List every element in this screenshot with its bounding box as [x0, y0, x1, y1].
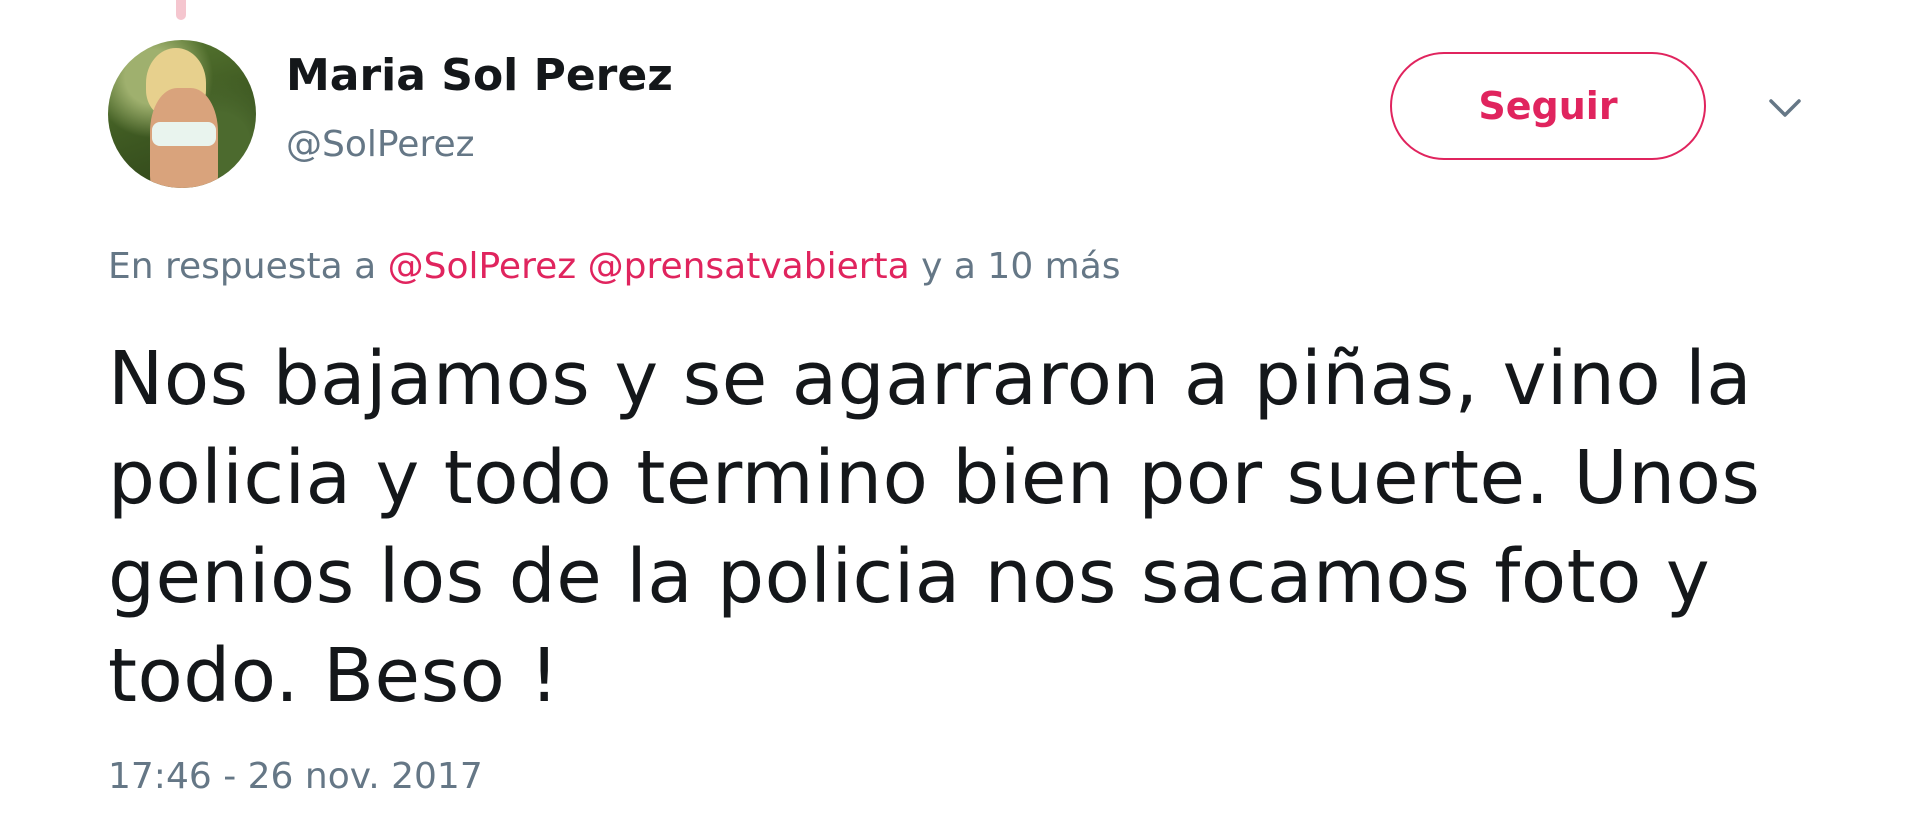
author-name[interactable]: Maria Sol Perez: [286, 50, 673, 101]
mention-link[interactable]: @prensatvabierta: [588, 246, 910, 287]
tweet-timestamp[interactable]: 17:46 - 26 nov. 2017: [108, 756, 483, 797]
reply-context: En respuesta a @SolPerez @prensatvabiert…: [108, 246, 1121, 287]
chevron-down-icon[interactable]: [1768, 96, 1802, 120]
thread-line: [176, 0, 186, 20]
avatar-top: [152, 122, 216, 146]
avatar[interactable]: [108, 40, 256, 188]
reply-more-link[interactable]: y a 10 más: [921, 246, 1120, 287]
tweet-text: Nos bajamos y se agarraron a piñas, vino…: [108, 336, 1761, 719]
follow-button[interactable]: Seguir: [1390, 52, 1706, 160]
author-handle[interactable]: @SolPerez: [286, 124, 475, 165]
reply-prefix: En respuesta a: [108, 246, 377, 287]
mention-link[interactable]: @SolPerez: [388, 246, 577, 287]
